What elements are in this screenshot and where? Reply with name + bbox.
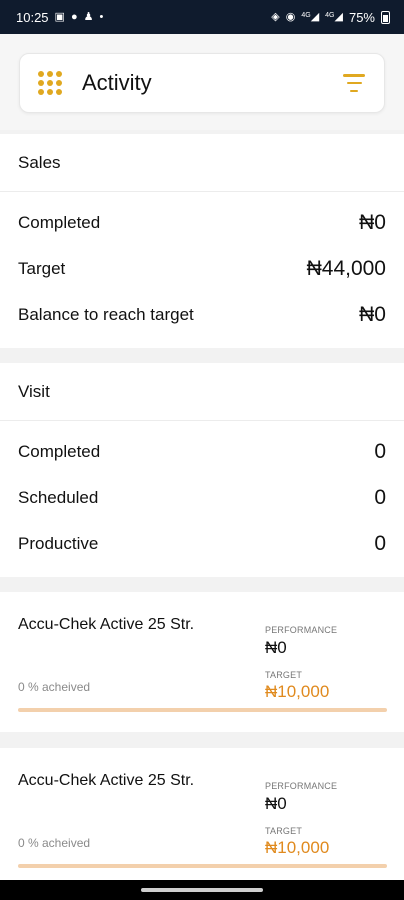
- product-name: Accu-Chek Active 25 Str.: [18, 616, 195, 633]
- battery-icon: [381, 10, 390, 24]
- network-label-b: 4G: [325, 11, 335, 19]
- sales-completed-row: Completed ₦0: [0, 200, 404, 246]
- sales-target-row: Target ₦44,000: [0, 246, 404, 292]
- sales-header: Sales: [0, 134, 404, 192]
- status-right: ◈ ◉ 4G◢ 4G◢ 75%: [271, 10, 390, 25]
- sales-balance-row: Balance to reach target ₦0: [0, 292, 404, 338]
- person-icon: ♟: [83, 10, 94, 23]
- home-indicator[interactable]: [141, 888, 263, 892]
- row-value: ₦0: [359, 211, 386, 234]
- app-bar-container: Activity: [0, 34, 404, 130]
- row-label: Target: [18, 259, 66, 278]
- app-bar: Activity: [19, 53, 385, 113]
- target-label: TARGET: [265, 670, 303, 680]
- sales-section: Sales Completed ₦0 Target ₦44,000 Balanc…: [0, 134, 404, 348]
- image-icon: ▣: [54, 10, 65, 23]
- visit-completed-row: Completed 0: [0, 429, 404, 475]
- status-bar: 10:25 ▣ ● ♟ • ◈ ◉ 4G◢ 4G◢ 75%: [0, 0, 404, 34]
- location-pin-icon: ●: [70, 10, 78, 23]
- system-nav-bar: [0, 880, 404, 900]
- row-label: Scheduled: [18, 488, 99, 507]
- row-value: ₦0: [359, 303, 386, 326]
- target-label: TARGET: [265, 826, 303, 836]
- row-value: 0: [374, 486, 386, 509]
- target-value: ₦10,000: [265, 682, 330, 701]
- visit-header: Visit: [0, 363, 404, 421]
- target-value: ₦10,000: [265, 838, 330, 857]
- row-label: Productive: [18, 534, 99, 553]
- progress-bar: [18, 708, 387, 712]
- status-time: 10:25: [16, 9, 49, 25]
- network-label-a: 4G: [301, 11, 311, 19]
- row-label: Balance to reach target: [18, 305, 194, 324]
- filter-icon[interactable]: [342, 74, 366, 92]
- performance-value: ₦0: [265, 794, 287, 813]
- performance-label: PERFORMANCE: [265, 625, 338, 635]
- row-label: Completed: [18, 213, 101, 232]
- product-card[interactable]: Accu-Chek Active 25 Str. 0 % acheived PE…: [0, 748, 404, 880]
- visit-scheduled-row: Scheduled 0: [0, 475, 404, 521]
- row-value: ₦44,000: [306, 257, 386, 280]
- progress-bar: [18, 864, 387, 868]
- row-value: 0: [374, 532, 386, 555]
- grid-icon[interactable]: [38, 71, 62, 95]
- row-value: 0: [374, 440, 386, 463]
- achieved-text: 0 % acheived: [18, 680, 91, 694]
- visit-section: Visit Completed 0 Scheduled 0 Productive…: [0, 363, 404, 577]
- 4g-signal-icon: 4G◢: [325, 10, 343, 23]
- visit-productive-row: Productive 0: [0, 521, 404, 567]
- achieved-text: 0 % acheived: [18, 836, 91, 850]
- vibrate-icon: ◈: [271, 10, 280, 23]
- performance-label: PERFORMANCE: [265, 781, 338, 791]
- row-label: Completed: [18, 442, 101, 461]
- product-name: Accu-Chek Active 25 Str.: [18, 772, 195, 789]
- page-title: Activity: [82, 70, 152, 95]
- dot-icon: •: [99, 10, 104, 23]
- location-icon: ◉: [285, 10, 296, 23]
- battery-percent: 75%: [348, 9, 375, 25]
- 4g-signal-icon: 4G◢: [301, 10, 320, 23]
- status-left: 10:25 ▣ ● ♟ •: [16, 10, 103, 25]
- performance-value: ₦0: [265, 638, 287, 657]
- product-card[interactable]: Accu-Chek Active 25 Str. 0 % acheived PE…: [0, 592, 404, 732]
